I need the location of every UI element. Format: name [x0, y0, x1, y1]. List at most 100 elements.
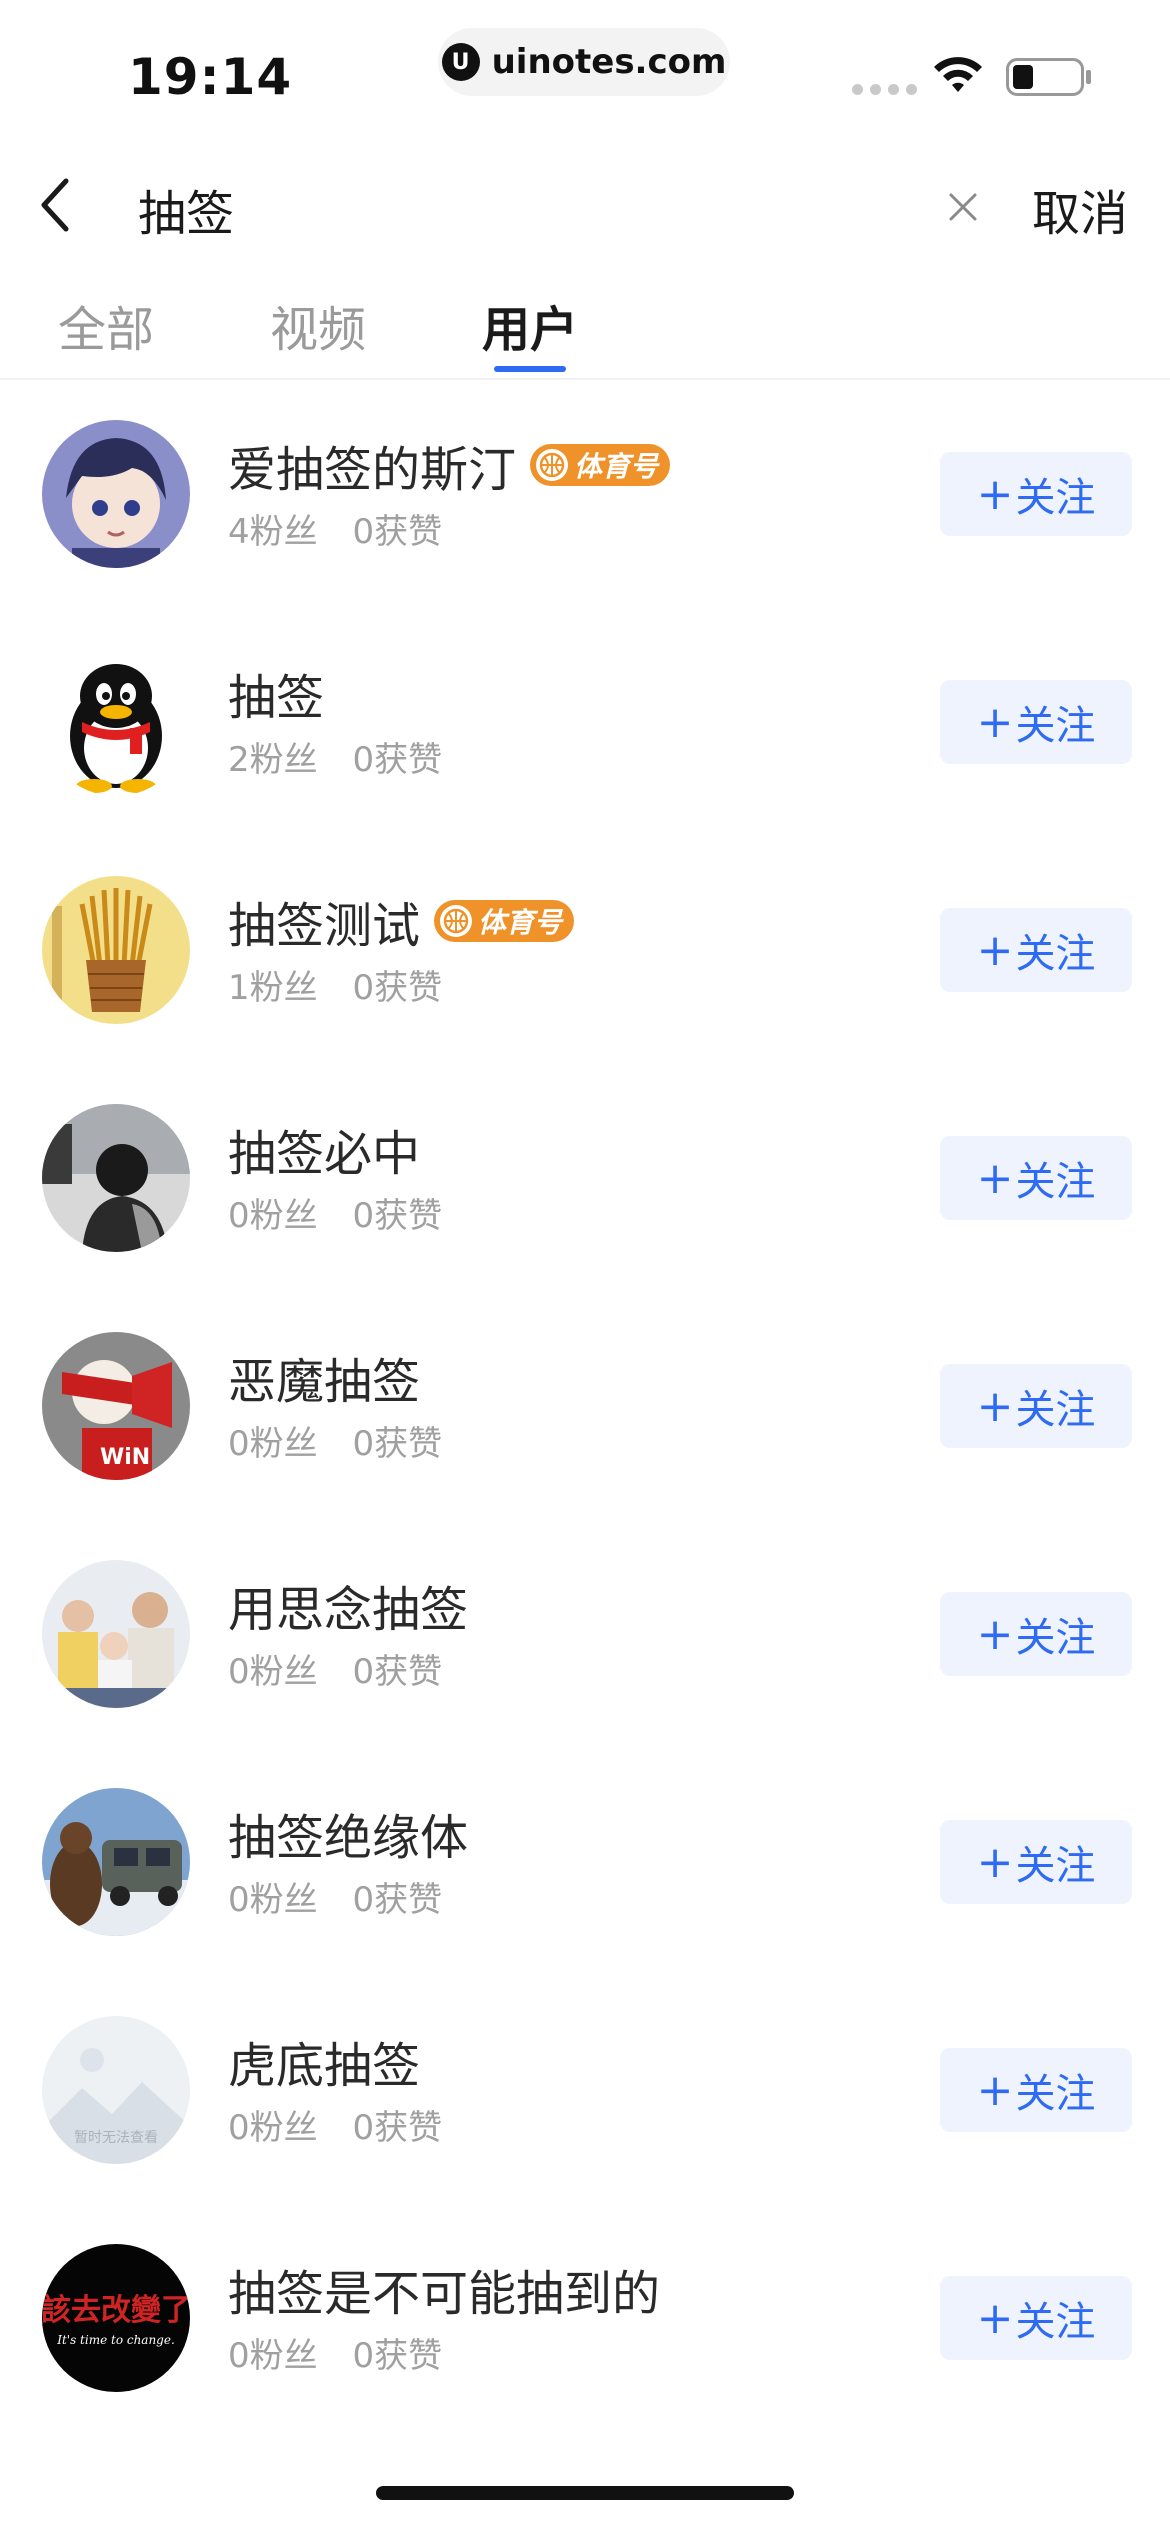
fans-count: 0粉丝 — [228, 2108, 318, 2148]
placeholder-text: 暂时无法查看 — [74, 2130, 158, 2146]
user-name-line: 用思念抽签 — [228, 1570, 468, 1640]
plus-icon: + — [976, 924, 1014, 976]
user-name: 抽签测试 — [228, 898, 421, 954]
avatar[interactable] — [42, 1104, 190, 1252]
bear-truck-avatar-icon — [42, 1788, 190, 1936]
search-input[interactable]: 抽签 — [138, 174, 234, 244]
url-pill[interactable]: U uinotes.com — [438, 28, 730, 96]
avatar[interactable] — [42, 876, 190, 1024]
battery-icon — [1006, 58, 1084, 96]
fans-count: 0粉丝 — [228, 1196, 318, 1236]
follow-label: 关注 — [1015, 2299, 1096, 2345]
basketball-icon — [440, 905, 473, 937]
win-mascot-avatar-icon: WiN — [42, 1332, 190, 1480]
tab-users[interactable]: 用户 — [482, 290, 578, 360]
plus-icon: + — [976, 1380, 1014, 1432]
user-name: 抽签绝缘体 — [228, 1810, 469, 1866]
list-item[interactable]: 用思念抽签 0粉丝 0获赞 + 关注 — [0, 1540, 1170, 1740]
plus-icon: + — [976, 2292, 1014, 2344]
likes-count: 0获赞 — [352, 1880, 443, 1920]
follow-button[interactable]: + 关注 — [940, 1592, 1132, 1676]
avatar[interactable] — [42, 1560, 190, 1708]
follow-button[interactable]: + 关注 — [940, 908, 1132, 992]
likes-count: 0获赞 — [352, 2108, 443, 2148]
list-item[interactable]: 該去改變了 It's time to change. 抽签是不可能抽到的 0粉丝… — [0, 2224, 1170, 2424]
calligraphy-subtext: It's time to change. — [56, 2333, 175, 2347]
avatar[interactable]: 該去改變了 It's time to change. — [42, 2244, 190, 2392]
tab-videos[interactable]: 视频 — [270, 290, 366, 360]
likes-count: 0获赞 — [352, 2336, 443, 2376]
sports-badge: 体育号 — [434, 900, 575, 942]
win-text: WiN — [100, 1445, 150, 1470]
user-name-line: 抽签绝缘体 — [228, 1798, 468, 1868]
list-item[interactable]: 抽签 2粉丝 0获赞 + 关注 — [0, 628, 1170, 828]
status-time: 19:14 — [128, 48, 293, 106]
user-stats: 1粉丝 0获赞 — [228, 960, 466, 1009]
calligraphy-avatar-icon: 該去改變了 It's time to change. — [42, 2244, 190, 2392]
url-text: uinotes.com — [491, 42, 727, 82]
list-item[interactable]: WiN 恶魔抽签 0粉丝 0获赞 + 关注 — [0, 1312, 1170, 1512]
wifi-icon — [934, 57, 982, 92]
battery-cap — [1086, 70, 1091, 84]
person-photo-avatar-icon — [42, 1104, 190, 1252]
divider — [0, 378, 1170, 380]
list-item[interactable]: 抽签测试 体育号 1粉丝 0获赞 + 关注 — [0, 856, 1170, 1056]
fans-count: 2粉丝 — [228, 740, 318, 780]
chevron-left-icon — [41, 178, 69, 232]
back-button[interactable] — [20, 170, 90, 240]
home-indicator[interactable] — [376, 2486, 794, 2500]
likes-count: 0获赞 — [352, 512, 443, 552]
calligraphy-text: 該去改變了 — [42, 2293, 190, 2328]
user-stats: 0粉丝 0获赞 — [228, 1872, 466, 1921]
site-logo-icon: U — [441, 43, 480, 81]
tab-all[interactable]: 全部 — [58, 290, 154, 360]
user-stats: 0粉丝 0获赞 — [228, 2328, 466, 2377]
plus-icon: + — [976, 696, 1014, 748]
follow-button[interactable]: + 关注 — [940, 1136, 1132, 1220]
avatar[interactable] — [42, 1788, 190, 1936]
placeholder-image-avatar-icon: 暂时无法查看 — [42, 2016, 190, 2164]
follow-label: 关注 — [1015, 1843, 1096, 1889]
likes-count: 0获赞 — [352, 1652, 443, 1692]
list-item[interactable]: 爱抽签的斯汀 体育号 4粉丝 0获赞 + 关注 — [0, 400, 1170, 600]
follow-label: 关注 — [1015, 703, 1096, 749]
list-item[interactable]: 暂时无法查看 虎底抽签 0粉丝 0获赞 + 关注 — [0, 1996, 1170, 2196]
user-name-line: 爱抽签的斯汀 体育号 — [228, 430, 671, 500]
status-bar: 19:14 U uinotes.com — [0, 0, 1170, 140]
plus-icon: + — [976, 1152, 1014, 1204]
follow-button[interactable]: + 关注 — [940, 680, 1132, 764]
avatar[interactable]: 暂时无法查看 — [42, 2016, 190, 2164]
list-item[interactable]: 抽签绝缘体 0粉丝 0获赞 + 关注 — [0, 1768, 1170, 1968]
follow-button[interactable]: + 关注 — [940, 2276, 1132, 2360]
cancel-button[interactable]: 取消 — [1032, 174, 1128, 244]
list-item[interactable]: 抽签必中 0粉丝 0获赞 + 关注 — [0, 1084, 1170, 1284]
user-name: 抽签 — [228, 670, 325, 726]
plus-icon: + — [976, 1608, 1014, 1660]
follow-button[interactable]: + 关注 — [940, 1820, 1132, 1904]
anime-boy-avatar-icon — [42, 420, 190, 568]
follow-label: 关注 — [1015, 475, 1096, 521]
cellular-signal-icon — [852, 84, 917, 95]
badge-label: 体育号 — [574, 450, 659, 483]
user-name-line: 抽签是不可能抽到的 — [228, 2254, 660, 2324]
follow-button[interactable]: + 关注 — [940, 452, 1132, 536]
user-name-line: 抽签必中 — [228, 1114, 420, 1184]
follow-button[interactable]: + 关注 — [940, 1364, 1132, 1448]
avatar[interactable] — [42, 420, 190, 568]
follow-label: 关注 — [1015, 1387, 1096, 1433]
user-stats: 0粉丝 0获赞 — [228, 1644, 466, 1693]
fans-count: 0粉丝 — [228, 1424, 318, 1464]
plus-icon: + — [976, 2064, 1014, 2116]
user-name: 抽签是不可能抽到的 — [228, 2266, 661, 2322]
user-name-line: 恶魔抽签 — [228, 1342, 420, 1412]
user-name-line: 虎底抽签 — [228, 2026, 420, 2096]
plus-icon: + — [976, 468, 1014, 520]
follow-label: 关注 — [1015, 2071, 1096, 2117]
likes-count: 0获赞 — [352, 968, 443, 1008]
follow-button[interactable]: + 关注 — [940, 2048, 1132, 2132]
avatar[interactable] — [42, 648, 190, 796]
user-name-line: 抽签 — [228, 658, 324, 728]
avatar[interactable]: WiN — [42, 1332, 190, 1480]
clear-search-button[interactable] — [940, 184, 986, 230]
fans-count: 4粉丝 — [228, 512, 318, 552]
